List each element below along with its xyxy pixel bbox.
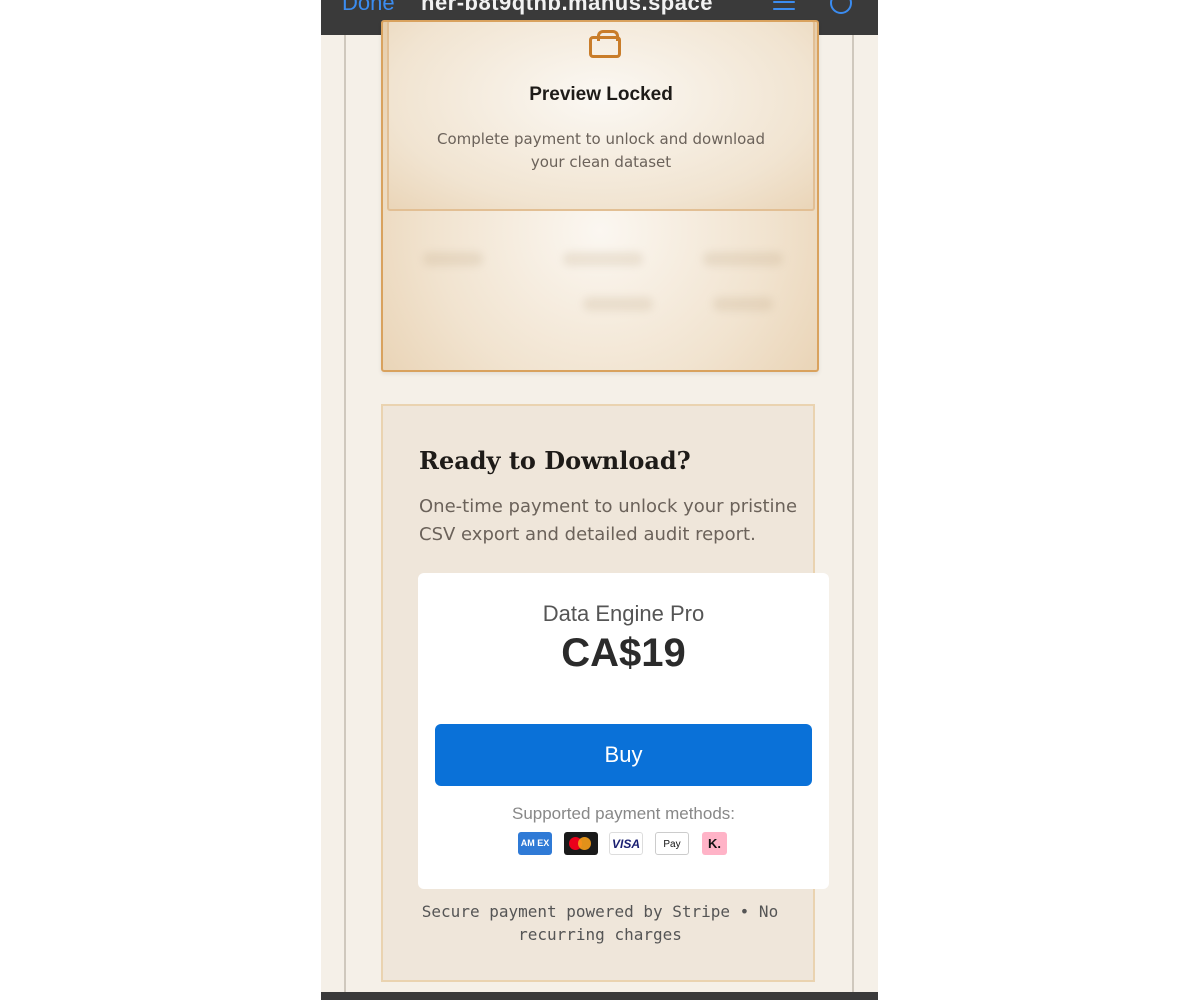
blurred-cell [583,297,653,311]
lock-icon [589,30,621,58]
mastercard-icon [564,832,598,855]
blurred-cell [713,297,773,311]
locked-overlay: Preview Locked Complete payment to unloc… [387,22,815,211]
stripe-checkout-box: Data Engine Pro CA$19 Buy Supported paym… [418,573,829,889]
product-name: Data Engine Pro [542,601,705,626]
klarna-icon: K. [702,832,727,855]
download-title: Ready to Download? [419,446,691,475]
product-price: CA$19 [561,631,686,675]
payment-methods-label: Supported payment methods: [511,804,736,823]
download-description: One-time payment to unlock your pristine… [419,496,798,545]
locked-preview-card: Preview Locked Complete payment to unloc… [381,20,819,372]
apple-pay-icon: Pay [655,832,689,855]
amex-icon: AM EX [518,832,552,855]
reload-icon[interactable] [830,0,852,14]
phone-viewport: Done her-b8t9qthb.manus.space Preview Lo… [321,0,878,1000]
preview-locked-description: Complete payment to unlock and download … [436,130,766,171]
frame-border-right [852,35,854,992]
visa-icon: VISA [609,832,643,855]
done-button[interactable]: Done [342,0,395,16]
browser-bottom-bar [321,992,878,1000]
secure-payment-note: Secure payment powered by Stripe • No re… [421,902,779,944]
frame-border-left [344,35,346,992]
apple-pay-label: Pay [663,839,681,850]
blurred-cell [423,252,483,266]
preview-locked-title: Preview Locked [529,84,673,105]
buy-button[interactable]: Buy [435,724,812,786]
blurred-cell [703,252,783,266]
url-field[interactable]: her-b8t9qthb.manus.space [421,0,713,16]
hamburger-menu-icon[interactable] [773,0,795,14]
blurred-cell [563,252,643,266]
